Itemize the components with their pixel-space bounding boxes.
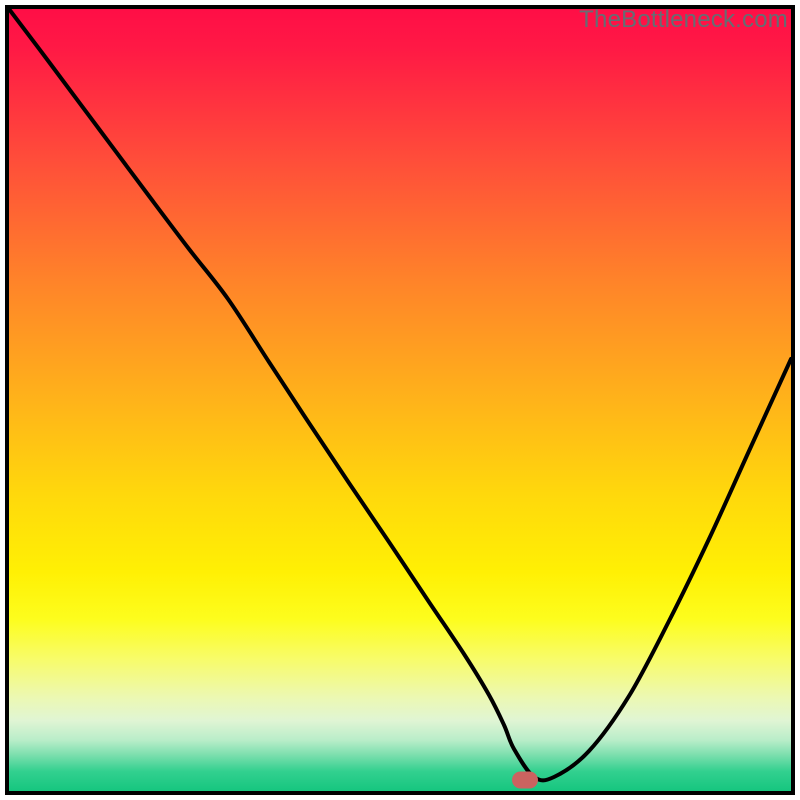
optimal-marker bbox=[512, 772, 538, 789]
bottleneck-curve bbox=[9, 9, 791, 791]
chart-frame bbox=[5, 5, 795, 795]
attribution-label: TheBottleneck.com bbox=[579, 6, 788, 34]
